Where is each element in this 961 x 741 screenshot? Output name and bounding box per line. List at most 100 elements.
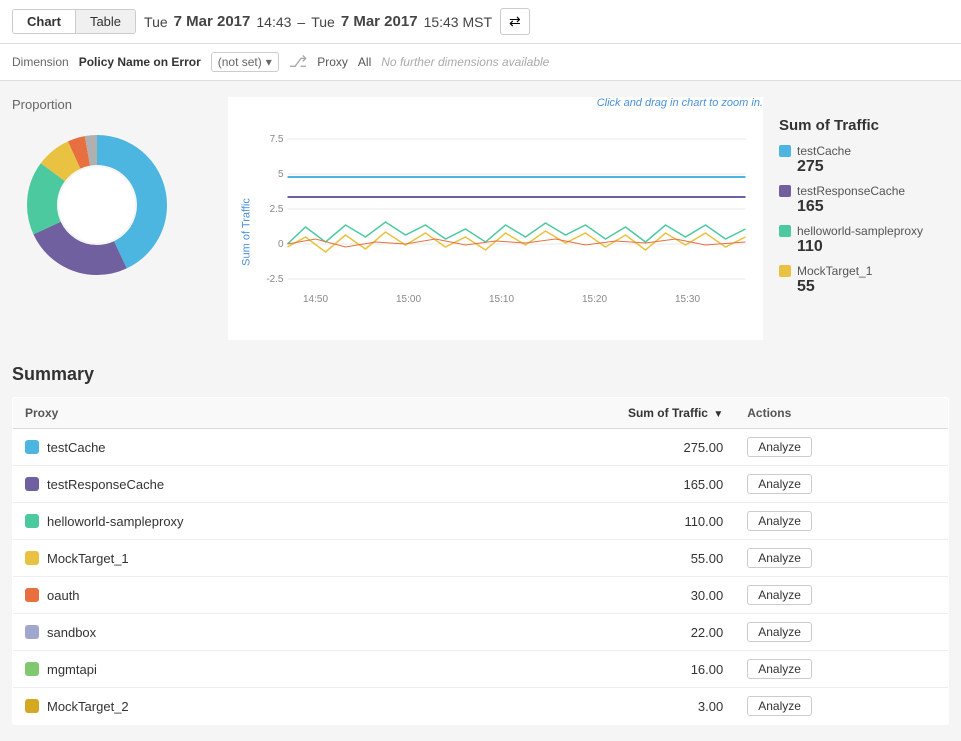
proxy-color-4: [25, 588, 39, 602]
table-row: testCache275.00Analyze: [13, 429, 949, 466]
traffic-cell-2: 110.00: [450, 503, 735, 540]
svg-text:14:50: 14:50: [303, 294, 328, 305]
proxy-link[interactable]: Proxy: [317, 55, 348, 69]
zoom-hint: Click and drag in chart to zoom in.: [597, 97, 763, 109]
proxy-name-2: helloworld-sampleproxy: [47, 514, 184, 529]
start-date: 7 Mar 2017: [174, 13, 251, 30]
proxy-color-0: [25, 440, 39, 454]
main-content: Proportion Click and drag in chart t: [0, 81, 961, 741]
top-bar: Chart Table Tue 7 Mar 2017 14:43 – Tue 7…: [0, 0, 961, 44]
actions-cell-3: Analyze: [735, 540, 948, 577]
all-link[interactable]: All: [358, 55, 371, 69]
svg-text:5: 5: [278, 169, 284, 180]
end-time: 15:43 MST: [424, 14, 492, 30]
traffic-cell-4: 30.00: [450, 577, 735, 614]
actions-cell-1: Analyze: [735, 466, 948, 503]
analyze-button-5[interactable]: Analyze: [747, 622, 812, 642]
proxy-cell-0: testCache: [13, 429, 451, 466]
summary-table: Proxy Sum of Traffic ▼ Actions testCache…: [12, 397, 949, 725]
legend-title: Sum of Traffic: [779, 117, 949, 134]
summary-title: Summary: [12, 364, 949, 385]
proxy-cell-6: mgmtapi: [13, 651, 451, 688]
proxy-color-1: [25, 477, 39, 491]
traffic-cell-6: 16.00: [450, 651, 735, 688]
proxy-cell-3: MockTarget_1: [13, 540, 451, 577]
table-row: MockTarget_1 55.00 Analyze: [13, 540, 949, 577]
analyze-button-3[interactable]: Analyze: [747, 548, 812, 568]
table-tab[interactable]: Table: [76, 10, 135, 33]
svg-text:2.5: 2.5: [270, 204, 284, 215]
svg-text:15:20: 15:20: [582, 294, 607, 305]
col-header-traffic[interactable]: Sum of Traffic ▼: [450, 398, 735, 429]
proxy-color-7: [25, 699, 39, 713]
legend-value-2: 110: [797, 238, 949, 256]
col-header-actions: Actions: [735, 398, 948, 429]
legend-name-3: MockTarget_1: [797, 264, 872, 278]
svg-text:15:30: 15:30: [675, 294, 700, 305]
dimension-dropdown[interactable]: (not set) ▾: [211, 52, 279, 72]
active-dimension: Policy Name on Error: [79, 55, 201, 69]
proxy-cell-2: helloworld-sampleproxy: [13, 503, 451, 540]
svg-text:7.5: 7.5: [270, 134, 284, 145]
table-header-row: Proxy Sum of Traffic ▼ Actions: [13, 398, 949, 429]
proxy-color-2: [25, 514, 39, 528]
branch-icon: ⎇: [289, 52, 307, 72]
analyze-button-2[interactable]: Analyze: [747, 511, 812, 531]
proxy-name-3: MockTarget_1: [47, 551, 129, 566]
donut-title: Proportion: [12, 97, 212, 112]
svg-text:15:10: 15:10: [489, 294, 514, 305]
dropdown-arrow-icon: ▾: [266, 55, 272, 69]
actions-cell-2: Analyze: [735, 503, 948, 540]
legend-value-1: 165: [797, 198, 949, 216]
traffic-cell-3: 55.00: [450, 540, 735, 577]
proxy-color-3: [25, 551, 39, 565]
date-separator: –: [297, 14, 305, 30]
sort-arrow-icon: ▼: [713, 409, 723, 420]
line-chart-svg: Sum of Traffic 7.5 5 2.5 0 -2.5 14:50: [228, 117, 763, 337]
dimension-bar: Dimension Policy Name on Error (not set)…: [0, 44, 961, 81]
traffic-cell-7: 3.00: [450, 688, 735, 725]
end-day: Tue: [311, 14, 335, 30]
proxy-cell-1: testResponseCache: [13, 466, 451, 503]
legend-color-0: [779, 145, 791, 157]
proxy-name-7: MockTarget_2: [47, 699, 129, 714]
svg-text:15:00: 15:00: [396, 294, 421, 305]
proxy-name-5: sandbox: [47, 625, 96, 640]
table-row: testResponseCache 165.00 Analyze: [13, 466, 949, 503]
legend-panel: Sum of Traffic testCache 275 testRespons…: [779, 97, 949, 340]
proxy-name-1: testResponseCache: [47, 477, 164, 492]
legend-color-2: [779, 225, 791, 237]
table-row: oauth30.00 Analyze: [13, 577, 949, 614]
line-chart-panel: Click and drag in chart to zoom in. Sum …: [228, 97, 763, 340]
end-date: 7 Mar 2017: [341, 13, 418, 30]
legend-name-1: testResponseCache: [797, 184, 905, 198]
proxy-cell-7: MockTarget_2: [13, 688, 451, 725]
col-header-proxy: Proxy: [13, 398, 451, 429]
analyze-button-6[interactable]: Analyze: [747, 659, 812, 679]
analyze-button-7[interactable]: Analyze: [747, 696, 812, 716]
legend-value-0: 275: [797, 158, 949, 176]
donut-panel: Proportion: [12, 97, 212, 340]
analyze-button-4[interactable]: Analyze: [747, 585, 812, 605]
chart-tab[interactable]: Chart: [13, 10, 76, 33]
refresh-button[interactable]: ⇄: [500, 8, 530, 35]
legend-name-2: helloworld-sampleproxy: [797, 224, 923, 238]
actions-cell-0: Analyze: [735, 429, 948, 466]
dimension-label: Dimension: [12, 55, 69, 69]
svg-text:0: 0: [278, 239, 284, 250]
table-row: sandbox22.00Analyze: [13, 614, 949, 651]
proxy-cell-4: oauth: [13, 577, 451, 614]
analyze-button-1[interactable]: Analyze: [747, 474, 812, 494]
date-range: Tue 7 Mar 2017 14:43 – Tue 7 Mar 2017 15…: [144, 13, 492, 30]
legend-name-0: testCache: [797, 144, 851, 158]
actions-cell-7: Analyze: [735, 688, 948, 725]
svg-text:-2.5: -2.5: [266, 274, 284, 285]
actions-cell-4: Analyze: [735, 577, 948, 614]
legend-color-3: [779, 265, 791, 277]
proxy-color-5: [25, 625, 39, 639]
analyze-button-0[interactable]: Analyze: [747, 437, 812, 457]
legend-item-2: helloworld-sampleproxy 110: [779, 224, 949, 256]
start-time: 14:43: [256, 14, 291, 30]
no-dimensions-msg: No further dimensions available: [381, 55, 549, 69]
traffic-cell-1: 165.00: [450, 466, 735, 503]
